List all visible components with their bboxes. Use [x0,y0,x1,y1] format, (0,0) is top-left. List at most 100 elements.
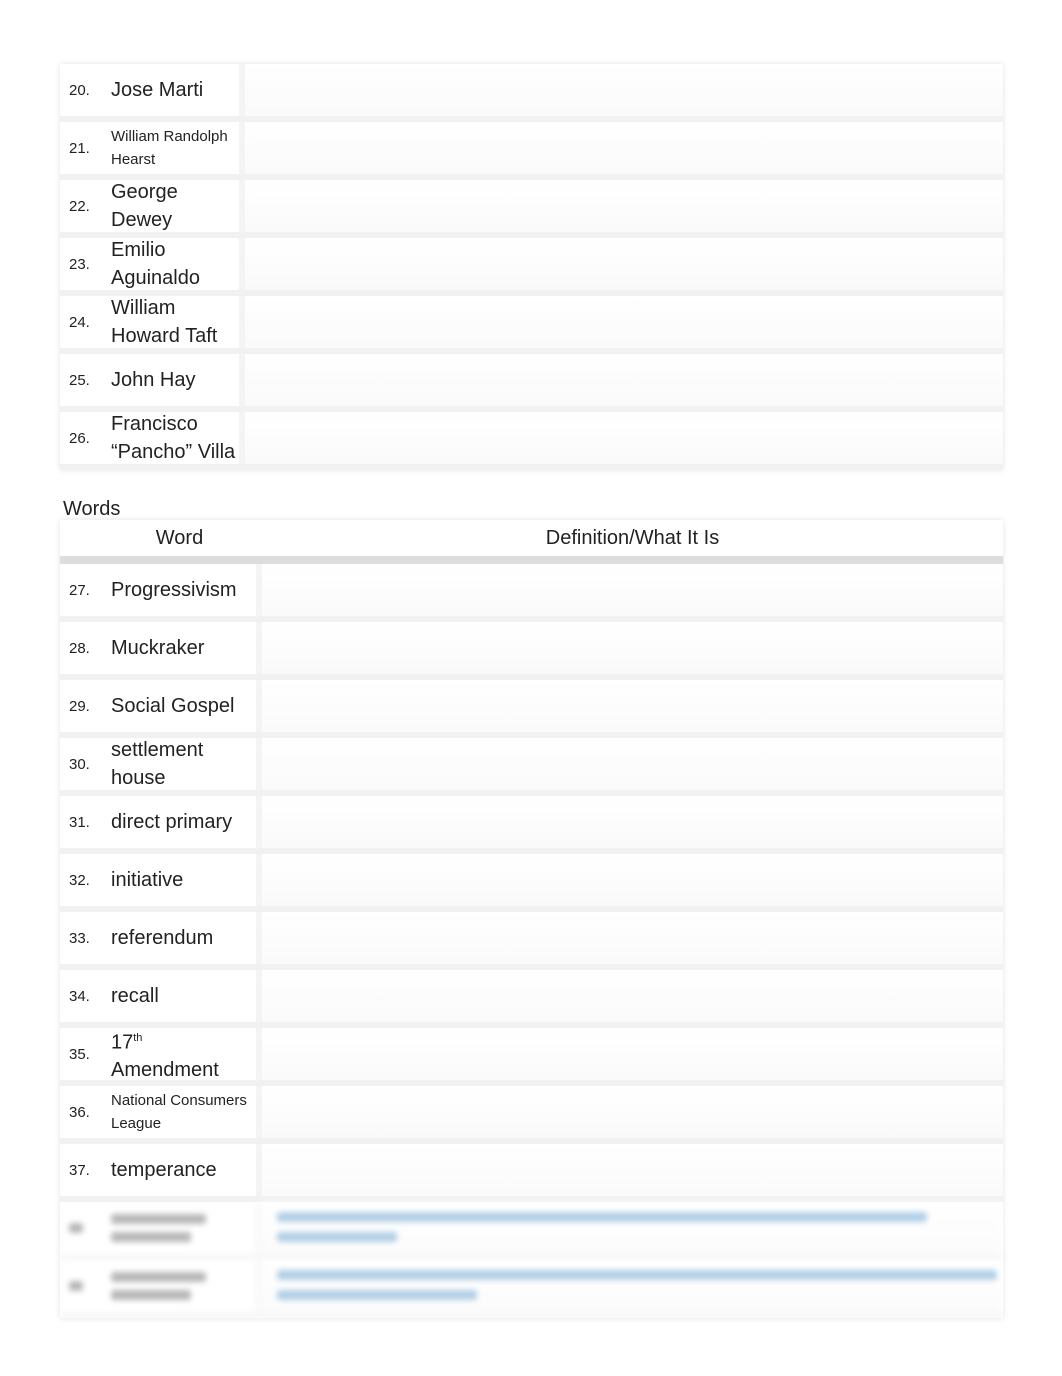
row-number: 31. [69,813,90,831]
table-row: 30. settlement house [60,738,1003,796]
term-text: initiative [111,869,184,891]
row-number: 37. [69,1161,90,1179]
term-name: William Randolph Hearst [97,122,245,174]
term-text: National Consumers League [111,1092,247,1132]
term-name [97,1260,262,1312]
term-text: 17 [111,1031,134,1054]
row-number: 32. [69,871,90,889]
table-row: 31. direct primary [60,796,1003,854]
definition-cell[interactable] [262,564,1003,616]
definition-cell[interactable] [262,912,1003,964]
term-text: direct primary [111,811,233,833]
term-name: William Howard Taft [97,296,245,348]
row-number: 21. [69,139,90,157]
definition-cell[interactable] [262,1144,1003,1196]
term-name: 17th Amendment [97,1028,262,1081]
term-name: Muckraker [97,622,262,674]
obscured-row [60,1260,1003,1318]
definition-cell[interactable] [245,180,1003,232]
superscript: th [133,1031,143,1044]
term-text: Progressivism [111,579,237,601]
table-row: 26. Francisco “Pancho” Villa [60,412,1003,470]
term-name: National Consumers League [97,1086,262,1138]
definition-cell [262,1202,1003,1254]
row-number: 23. [69,255,90,273]
row-number: 35. [69,1045,90,1063]
table-row: 29. Social Gospel [60,680,1003,738]
definition-cell[interactable] [262,738,1003,790]
row-number: 24. [69,313,90,331]
words-table: Word Definition/What It Is 27. Progressiv… [60,520,1003,1318]
row-number: 30. [69,755,90,773]
term-name: recall [97,970,262,1022]
row-number [60,1202,97,1254]
term-text: Emilio Aguinaldo [111,239,200,289]
term-text: settlement house [111,739,204,789]
term-name: Emilio Aguinaldo [97,238,245,290]
definition-cell[interactable] [262,854,1003,906]
table-row: 37. temperance [60,1144,1003,1202]
table-row: 34. recall [60,970,1003,1028]
table-row: 25. John Hay [60,354,1003,412]
definition-cell[interactable] [262,680,1003,732]
term-text: John Hay [111,369,196,391]
row-number: 27. [69,581,90,599]
definition-cell[interactable] [245,412,1003,464]
row-number: 34. [69,987,90,1005]
term-text: recall [111,985,159,1007]
term-text: William Howard Taft [111,297,218,347]
term-text-line2: Amendment [111,1059,219,1082]
table-row: 23. Emilio Aguinaldo [60,238,1003,296]
term-name: Social Gospel [97,680,262,732]
row-number: 20. [69,81,90,99]
table-row: 21. William Randolph Hearst [60,122,1003,180]
definition-cell [262,1260,1003,1312]
term-name: Jose Marti [97,64,245,116]
term-name [97,1202,262,1254]
table-row: 24. William Howard Taft [60,296,1003,354]
definition-cell[interactable] [245,296,1003,348]
term-text: Muckraker [111,637,205,659]
term-name: settlement house [97,738,262,790]
term-name: George Dewey [97,180,245,232]
definition-cell[interactable] [245,238,1003,290]
definition-cell[interactable] [262,622,1003,674]
term-name: direct primary [97,796,262,848]
table-row: 35. 17th Amendment [60,1028,1003,1086]
table-row: 28. Muckraker [60,622,1003,680]
term-name: initiative [97,854,262,906]
term-name: John Hay [97,354,245,406]
row-number: 29. [69,697,90,715]
row-number: 28. [69,639,90,657]
people-table: 20. Jose Marti 21. William Randolph Hearst 2… [60,64,1003,470]
term-name: referendum [97,912,262,964]
definition-cell[interactable] [262,1086,1003,1138]
term-text: temperance [111,1159,217,1181]
definition-cell[interactable] [245,64,1003,116]
definition-cell[interactable] [262,796,1003,848]
term-name: temperance [97,1144,262,1196]
table-row: 22. George Dewey [60,180,1003,238]
row-number: 25. [69,371,90,389]
column-header-definition: Definition/What It Is [545,526,720,549]
table-row: 27. Progressivism [60,564,1003,622]
column-header-word: Word [155,526,204,549]
table-row: 32. initiative [60,854,1003,912]
term-name: Progressivism [97,564,262,616]
row-number [60,1260,97,1312]
table-row: 36. National Consumers League [60,1086,1003,1144]
table-row: 20. Jose Marti [60,64,1003,122]
term-text: Social Gospel [111,695,235,717]
definition-cell[interactable] [245,122,1003,174]
term-text: referendum [111,927,214,949]
words-table-header: Word Definition/What It Is [60,520,1003,564]
term-name: Francisco “Pancho” Villa [97,412,245,464]
term-text: Jose Marti [111,79,204,101]
definition-cell[interactable] [262,970,1003,1022]
definition-cell[interactable] [245,354,1003,406]
row-number: 36. [69,1103,90,1121]
term-text: William Randolph Hearst [111,128,228,168]
definition-cell[interactable] [262,1028,1003,1080]
row-number: 22. [69,197,90,215]
term-text: George Dewey [111,181,178,231]
